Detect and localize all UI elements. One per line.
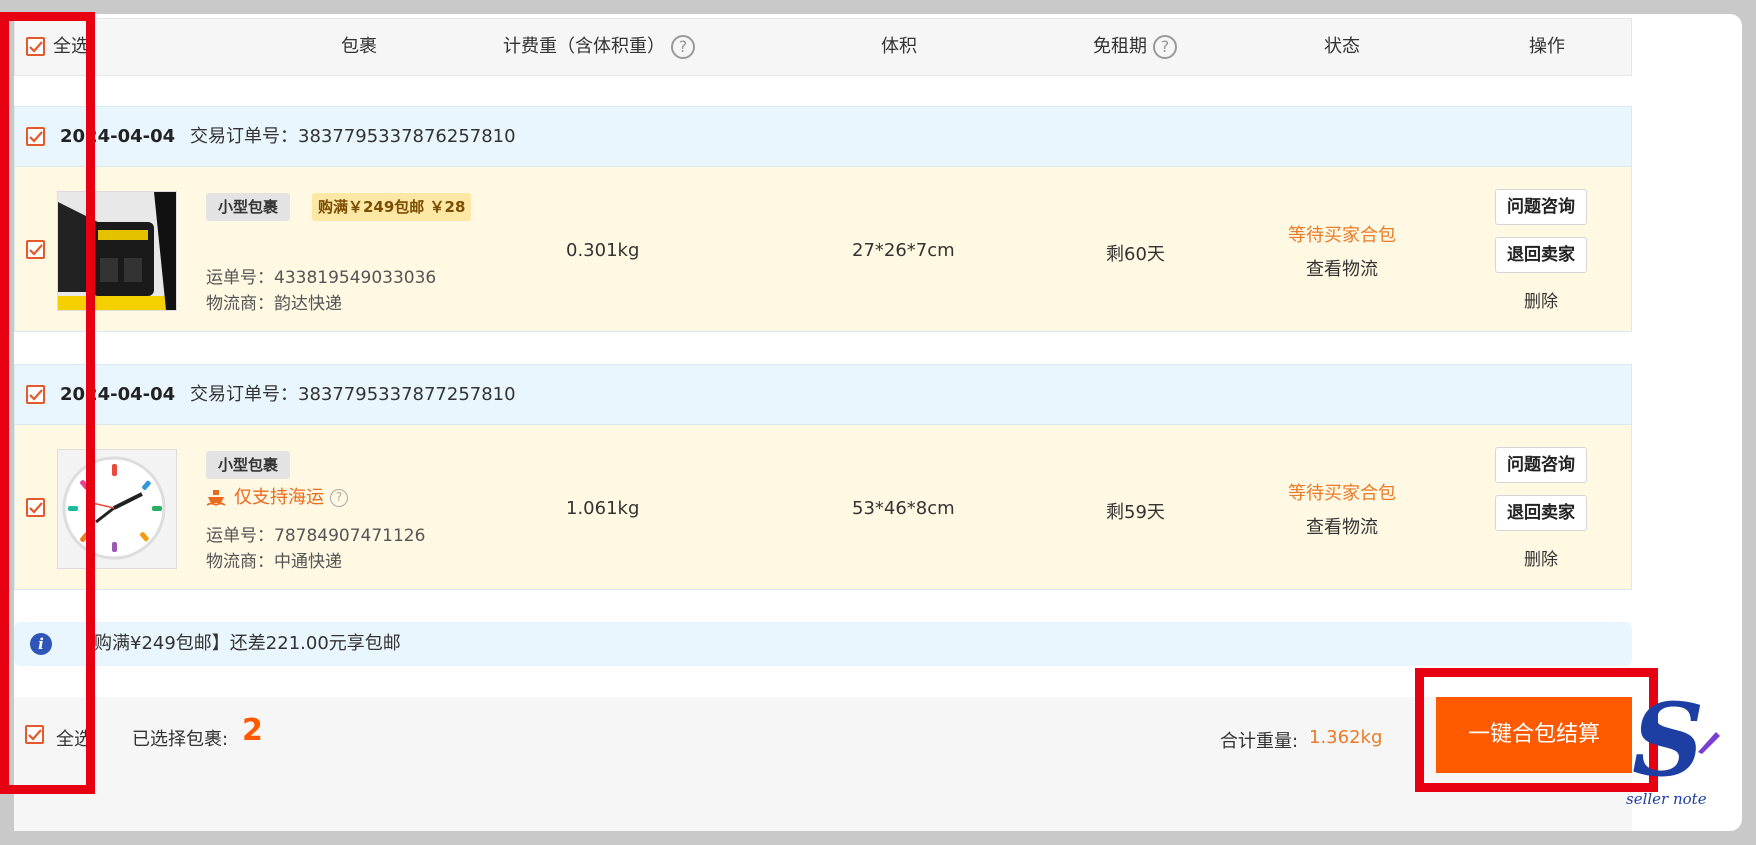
view-logistics-link[interactable]: 查看物流	[1272, 513, 1412, 539]
status-text: 等待买家合包	[1288, 225, 1396, 246]
inquiry-button[interactable]: 问题咨询	[1495, 447, 1587, 483]
help-icon[interactable]: ?	[671, 35, 695, 59]
carrier: 物流商：中通快递	[206, 552, 342, 572]
col-status: 状态	[1324, 36, 1360, 57]
package-row: 小型包裹 购满￥249包邮 ￥28 运单号：433819549033036 物流…	[14, 166, 1632, 332]
selected-count: 2	[242, 713, 263, 748]
package-weight: 0.301kg	[566, 240, 640, 261]
package-volume: 53*46*8cm	[852, 498, 955, 519]
return-to-seller-button[interactable]: 退回卖家	[1495, 495, 1587, 531]
pen-icon	[1698, 732, 1720, 754]
notice-text: 【购满¥249包邮】还差221.00元享包邮	[76, 633, 401, 654]
col-package: 包裹	[341, 36, 377, 57]
free-period-remaining: 剩59天	[1106, 502, 1165, 523]
free-period-remaining: 剩60天	[1106, 244, 1165, 265]
highlight-box-checkout	[1415, 668, 1658, 792]
package-type-tag: 小型包裹	[206, 451, 291, 479]
help-icon[interactable]: ?	[330, 489, 348, 507]
table-header: 全选 包裹 计费重（含体积重）? 体积 免租期? 状态 操作	[14, 18, 1632, 76]
seller-note-logo: S seller note	[1626, 690, 1724, 810]
ship-icon	[206, 490, 226, 506]
carrier: 物流商：韵达快递	[206, 294, 342, 314]
col-free-period: 免租期?	[1093, 19, 1177, 75]
status-text: 等待买家合包	[1288, 483, 1396, 504]
sea-shipping-note: 仅支持海运?	[206, 483, 348, 509]
total-weight-value: 1.362kg	[1309, 727, 1383, 748]
tracking-number: 运单号：433819549033036	[206, 268, 437, 288]
order-header: 2024-04-04 交易订单号：3837795337877257810	[14, 364, 1632, 424]
order-header: 2024-04-04 交易订单号：3837795337876257810	[14, 106, 1632, 166]
col-action: 操作	[1529, 36, 1565, 57]
package-status: 等待买家合包 查看物流	[1272, 479, 1412, 539]
free-shipping-notice: i 【购满¥249包邮】还差221.00元享包邮	[14, 622, 1632, 666]
logo-caption: seller note	[1626, 790, 1707, 808]
help-icon[interactable]: ?	[1153, 35, 1177, 59]
selected-label: 已选择包裹:	[132, 729, 229, 750]
delete-link[interactable]: 删除	[1495, 545, 1587, 570]
order-number: 交易订单号：3837795337877257810	[190, 384, 516, 405]
tracking-number: 运单号：78784907471126	[206, 526, 426, 546]
view-logistics-link[interactable]: 查看物流	[1272, 255, 1412, 281]
package-volume: 27*26*7cm	[852, 240, 955, 261]
package-type-tag: 小型包裹	[206, 193, 291, 221]
order-number: 交易订单号：3837795337876257810	[190, 126, 516, 147]
inquiry-button[interactable]: 问题咨询	[1495, 189, 1587, 225]
highlight-box-checkboxes	[0, 12, 95, 794]
checkout-bar: 全选 已选择包裹: 2 合计重量: 1.362kg	[14, 697, 1632, 831]
col-volume: 体积	[881, 36, 917, 57]
col-weight: 计费重（含体积重）?	[503, 19, 695, 75]
total-weight-label: 合计重量:	[1220, 731, 1299, 752]
return-to-seller-button[interactable]: 退回卖家	[1495, 237, 1587, 273]
package-status: 等待买家合包 查看物流	[1272, 221, 1412, 281]
delete-link[interactable]: 删除	[1495, 287, 1587, 312]
promo-tag: 购满￥249包邮 ￥28	[312, 193, 472, 221]
package-weight: 1.061kg	[566, 498, 640, 519]
package-row: 小型包裹 仅支持海运? 运单号：78784907471126 物流商：中通快递 …	[14, 424, 1632, 590]
